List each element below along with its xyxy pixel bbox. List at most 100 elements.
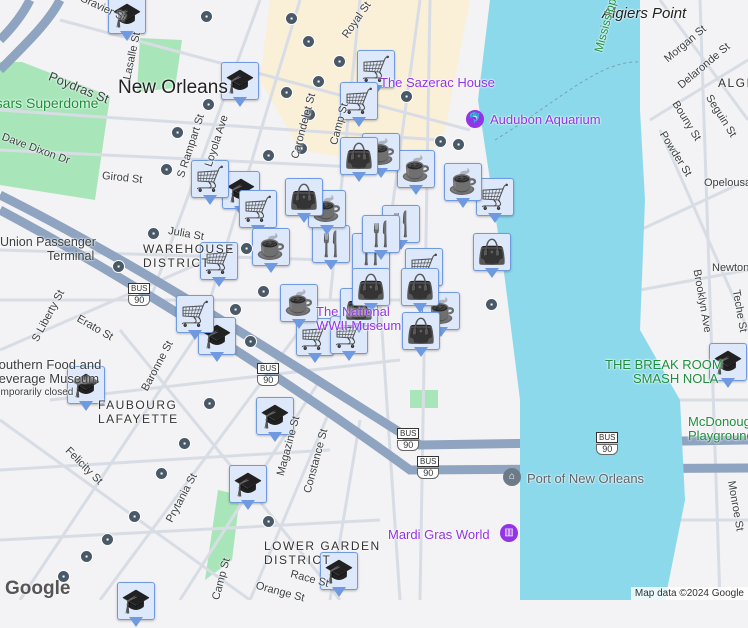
poi-sazerac-house[interactable]: The Sazerac House xyxy=(380,75,495,90)
district-lower-garden: LOWER GARDEN DISTRICT xyxy=(264,539,381,567)
place-marker[interactable]: 🎓 xyxy=(229,465,267,511)
tram-stop-icon[interactable]: ▪ xyxy=(257,285,270,298)
marker-pointer xyxy=(188,330,202,340)
marker-pointer xyxy=(409,185,423,195)
coffee-cup-icon: ☕ xyxy=(284,289,314,317)
poi-name-line: Southern Food and xyxy=(0,357,102,372)
poi-wwii-museum[interactable]: The National WWII Museum xyxy=(316,305,406,333)
district-algiers: ALGIERS xyxy=(718,76,748,90)
route-shield-us90-bus: BUS 90 xyxy=(417,456,440,479)
place-marker[interactable]: 👜 xyxy=(473,233,511,279)
shopping-bag-icon: 👜 xyxy=(344,142,374,170)
shopping-cart-icon: 🛒 xyxy=(480,183,510,211)
marker-pointer xyxy=(352,117,366,127)
tram-stop-icon[interactable]: ▪ xyxy=(285,12,298,25)
tram-stop-icon[interactable]: ▪ xyxy=(160,163,173,176)
tram-stop-icon[interactable]: ▪ xyxy=(333,55,346,68)
poi-food-museum[interactable]: Southern Food andBeverage MuseumTemporar… xyxy=(0,358,101,400)
tram-stop-icon[interactable]: ▪ xyxy=(434,135,447,148)
government-building-icon: ⌂ xyxy=(503,468,521,486)
poi-name-line: McDonough xyxy=(688,414,748,429)
tram-stop-icon[interactable]: ▪ xyxy=(203,397,216,410)
fork-knife-icon: 🍴 xyxy=(366,220,396,248)
marker-pointer xyxy=(488,213,502,223)
poi-status: Temporarily closed xyxy=(0,387,74,398)
tram-stop-icon[interactable]: ▪ xyxy=(80,550,93,563)
marker-pointer xyxy=(264,263,278,273)
place-marker[interactable]: 👜 xyxy=(401,268,439,314)
tram-stop-icon[interactable]: ▪ xyxy=(280,86,293,99)
place-marker[interactable]: 🎓 xyxy=(117,582,155,628)
marker-pointer xyxy=(212,277,226,287)
tram-stop-icon[interactable]: ▪ xyxy=(178,437,191,450)
tram-stop-icon[interactable]: ▪ xyxy=(101,533,114,546)
marker-pointer xyxy=(414,347,428,357)
tram-stop-icon[interactable]: ▪ xyxy=(400,90,413,103)
shopping-bag-icon: 👜 xyxy=(356,273,386,301)
tram-stop-icon[interactable]: ▪ xyxy=(171,126,184,139)
poi-name-line: Union Passenger xyxy=(0,235,96,249)
marker-pointer xyxy=(308,353,322,363)
tram-stop-icon[interactable]: ▪ xyxy=(147,227,160,240)
marker-pointer xyxy=(233,97,247,107)
place-marker[interactable]: 🛒 xyxy=(176,295,214,341)
place-marker[interactable]: 👜 xyxy=(340,137,378,183)
poi-mardi-gras-world[interactable]: Mardi Gras World xyxy=(388,527,490,542)
place-marker[interactable]: ☕ xyxy=(280,284,318,330)
poi-port-of-new-orleans[interactable]: Port of New Orleans xyxy=(527,471,644,486)
place-marker[interactable]: ☕ xyxy=(444,163,482,209)
graduation-cap-icon: 🎓 xyxy=(233,470,263,498)
poi-name-line: Terminal xyxy=(47,249,95,263)
tram-stop-icon[interactable]: ▪ xyxy=(112,260,125,273)
tram-stop-icon[interactable]: ▪ xyxy=(244,335,257,348)
poi-break-room[interactable]: THE BREAK ROOM SMASH NOLA xyxy=(605,358,723,386)
street-label: Newton St xyxy=(712,262,748,274)
poi-audubon-aquarium[interactable]: Audubon Aquarium xyxy=(490,112,601,127)
tram-stop-icon[interactable]: ▪ xyxy=(200,10,213,23)
tram-stop-icon[interactable]: ▪ xyxy=(262,515,275,528)
mississippi-river xyxy=(478,0,685,600)
map-attribution[interactable]: Map data ©2024 Google xyxy=(630,587,748,600)
poi-superdome[interactable]: Caesars Superdome xyxy=(0,95,98,111)
marker-pointer xyxy=(297,213,311,223)
tram-stop-icon[interactable]: ▪ xyxy=(262,149,275,162)
place-marker[interactable]: 👜 xyxy=(285,178,323,224)
tram-stop-icon[interactable]: ▪ xyxy=(202,98,215,111)
marker-pointer xyxy=(210,352,224,362)
marker-pointer xyxy=(456,198,470,208)
marker-pointer xyxy=(241,500,255,510)
route-shield-us90-bus: BUS 90 xyxy=(257,363,280,386)
graduation-cap-icon: 🎓 xyxy=(260,402,290,430)
marker-pointer xyxy=(324,260,338,270)
marker-pointer xyxy=(79,401,93,411)
poi-union-terminal[interactable]: Union Passenger Terminal xyxy=(0,235,96,263)
marker-pointer xyxy=(203,195,217,205)
marker-pointer xyxy=(374,250,388,260)
shopping-cart-icon: 🛒 xyxy=(180,300,210,328)
tram-stop-icon[interactable]: ▪ xyxy=(452,138,465,151)
poi-mcdonough-playground[interactable]: McDonoughPlayground xyxy=(688,415,748,443)
poi-name-line: Beverage Museum xyxy=(0,371,100,386)
poi-name-line: SMASH NOLA xyxy=(633,371,719,386)
place-marker[interactable]: 👜 xyxy=(402,312,440,358)
place-marker[interactable]: ☕ xyxy=(397,150,435,196)
tram-stop-icon[interactable]: ▪ xyxy=(229,303,242,316)
marker-pointer xyxy=(352,172,366,182)
tram-stop-icon[interactable]: ▪ xyxy=(128,510,141,523)
tram-stop-icon[interactable]: ▪ xyxy=(302,35,315,48)
tram-stop-icon[interactable]: ▪ xyxy=(485,298,498,311)
graduation-cap-icon: 🎓 xyxy=(225,67,255,95)
poi-name-line: THE BREAK ROOM xyxy=(605,357,723,372)
museum-icon: ▥ xyxy=(500,524,518,542)
tram-stop-icon[interactable]: ▪ xyxy=(240,242,253,255)
google-logo: Google xyxy=(5,578,71,599)
place-marker[interactable]: 🍴 xyxy=(362,215,400,261)
tram-stop-icon[interactable]: ▪ xyxy=(155,467,168,480)
coffee-cup-icon: ☕ xyxy=(448,168,478,196)
route-shield-us90-bus: BUS 90 xyxy=(397,428,420,451)
route-shield-us90-bus: BUS 90 xyxy=(596,432,619,455)
marker-pointer xyxy=(292,319,306,329)
dolphin-icon: 🐬 xyxy=(466,110,484,128)
place-marker[interactable]: ☕ xyxy=(252,228,290,274)
tram-stop-icon[interactable]: ▪ xyxy=(312,75,325,88)
